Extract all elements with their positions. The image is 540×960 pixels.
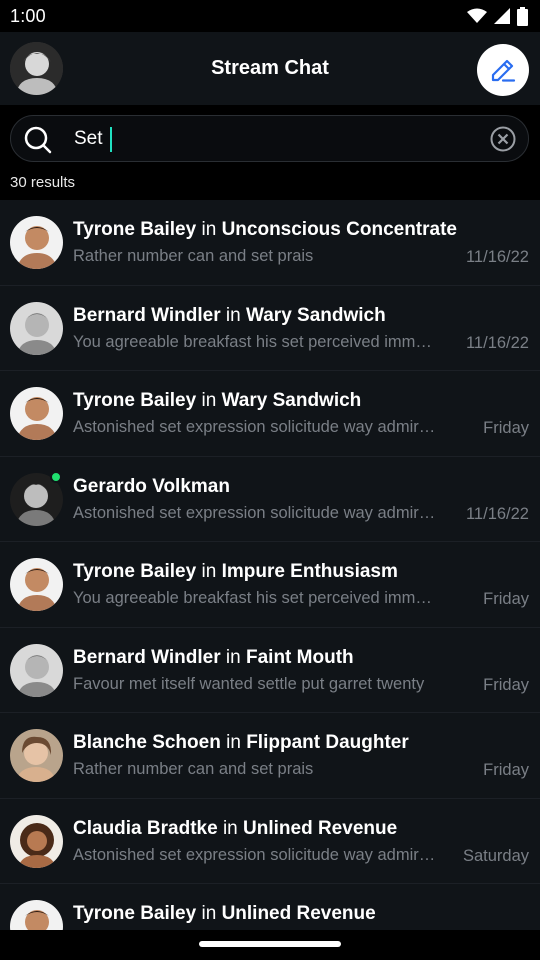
sender-name: Gerardo Volkman: [73, 475, 230, 497]
app-header: Stream Chat: [0, 32, 540, 105]
sender-name: Tyrone Bailey: [73, 903, 197, 924]
avatar: [10, 216, 63, 269]
search-box[interactable]: Set: [10, 115, 529, 162]
message-date: 11/16/22: [465, 333, 529, 352]
avatar: [10, 301, 63, 355]
message-preview: Favour met itself wanted settle put garr…: [73, 674, 425, 693]
in-label: in: [201, 561, 217, 582]
list-item[interactable]: Bernard Windler in Wary Sandwich You agr…: [0, 286, 540, 371]
in-label: in: [222, 817, 238, 839]
message-title: Blanche Schoen in Flippant Daughter: [73, 732, 409, 754]
sender-name: Claudia Bradtke: [73, 817, 218, 839]
avatar: [10, 729, 63, 782]
message-preview: Astonished set expression solicitude way…: [73, 845, 441, 864]
online-indicator: [50, 470, 62, 483]
avatar: [10, 558, 63, 611]
search-area: Set: [0, 105, 540, 165]
sender-name: Tyrone Bailey: [73, 219, 197, 240]
list-item[interactable]: Blanche Schoen in Flippant Daughter Rath…: [0, 713, 540, 799]
avatar: [10, 814, 63, 868]
message-date: Friday: [483, 419, 529, 437]
in-label: in: [225, 304, 241, 326]
avatar: [10, 387, 63, 440]
in-label: in: [201, 903, 217, 924]
message-title: Tyrone Bailey in Unlined Revenue: [73, 903, 376, 925]
message-preview: Astonished set expression solicitude way…: [73, 503, 441, 522]
compose-button[interactable]: [477, 44, 529, 96]
results-count: 30 results: [0, 165, 540, 200]
list-item[interactable]: Tyrone Bailey in Unlined Revenue: [0, 884, 540, 930]
in-label: in: [226, 732, 241, 753]
current-user-avatar[interactable]: [10, 42, 63, 95]
message-title: Gerardo Volkman: [73, 476, 230, 498]
avatar: [10, 643, 63, 697]
message-title: Tyrone Bailey in Impure Enthusiasm: [73, 561, 398, 583]
channel-name: Impure Enthusiasm: [221, 561, 398, 582]
pencil-icon: [491, 59, 516, 82]
channel-name: Wary Sandwich: [221, 390, 362, 411]
sender-name: Bernard Windler: [73, 304, 221, 326]
list-item[interactable]: Tyrone Bailey in Impure Enthusiasm You a…: [0, 542, 540, 628]
message-preview: Rather number can and set prais: [73, 247, 314, 265]
message-date: Friday: [483, 761, 529, 779]
list-item[interactable]: Claudia Bradtke in Unlined Revenue Aston…: [0, 799, 540, 884]
message-preview: Rather number can and set prais: [73, 760, 314, 778]
message-date: Friday: [483, 590, 529, 608]
list-item[interactable]: Tyrone Bailey in Wary Sandwich Astonishe…: [0, 371, 540, 457]
sender-name: Tyrone Bailey: [73, 561, 197, 582]
message-date: Saturday: [462, 846, 529, 865]
search-icon: [24, 126, 52, 154]
channel-name: Unlined Revenue: [221, 903, 376, 924]
channel-name: Wary Sandwich: [246, 304, 386, 326]
signal-icon: [494, 8, 510, 24]
text-cursor: [110, 127, 112, 152]
search-input[interactable]: Set: [74, 128, 103, 150]
channel-name: Unlined Revenue: [243, 817, 398, 839]
message-title: Tyrone Bailey in Unconscious Concentrate: [73, 219, 457, 241]
status-icons: [467, 6, 528, 26]
message-preview: Astonished set expression solicitude way…: [73, 418, 441, 436]
status-time: 1:00: [10, 5, 46, 26]
wifi-icon: [467, 8, 487, 23]
in-label: in: [201, 390, 217, 411]
message-date: Friday: [483, 675, 529, 694]
channel-name: Faint Mouth: [246, 646, 354, 668]
system-nav-bar: [0, 930, 540, 960]
message-preview: You agreeable breakfast his set perceive…: [73, 589, 441, 607]
channel-name: Unconscious Concentrate: [221, 219, 457, 240]
sender-name: Blanche Schoen: [73, 732, 221, 753]
message-preview: You agreeable breakfast his set perceive…: [73, 332, 441, 351]
message-title: Bernard Windler in Wary Sandwich: [73, 305, 386, 327]
message-title: Tyrone Bailey in Wary Sandwich: [73, 390, 361, 412]
message-date: 11/16/22: [465, 504, 529, 523]
home-gesture-handle[interactable]: [199, 941, 341, 947]
list-item[interactable]: Gerardo Volkman Astonished set expressio…: [0, 457, 540, 542]
search-results-list: Tyrone Bailey in Unconscious Concentrate…: [0, 200, 540, 930]
sender-name: Bernard Windler: [73, 646, 221, 668]
sender-name: Tyrone Bailey: [73, 390, 197, 411]
message-title: Bernard Windler in Faint Mouth: [73, 647, 354, 669]
channel-name: Flippant Daughter: [246, 732, 409, 753]
list-item[interactable]: Tyrone Bailey in Unconscious Concentrate…: [0, 200, 540, 286]
battery-icon: [517, 6, 528, 26]
page-title: Stream Chat: [211, 57, 329, 79]
message-date: 11/16/22: [465, 248, 529, 266]
status-bar: 1:00: [0, 0, 540, 32]
in-label: in: [201, 219, 217, 240]
list-item[interactable]: Bernard Windler in Faint Mouth Favour me…: [0, 628, 540, 713]
in-label: in: [225, 646, 241, 668]
avatar: [10, 900, 63, 930]
clear-icon[interactable]: [489, 125, 517, 153]
message-title: Claudia Bradtke in Unlined Revenue: [73, 818, 397, 840]
